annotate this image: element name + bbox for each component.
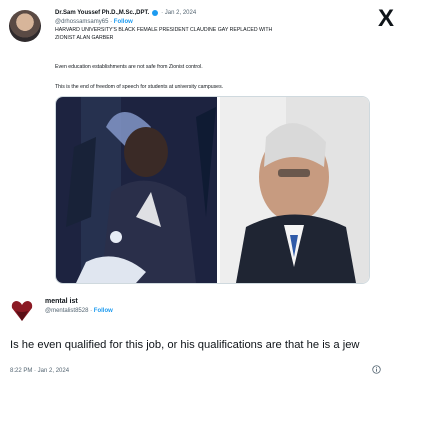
main-handle-row: @mentalist8528 · Follow xyxy=(45,308,113,314)
quoted-headline-line-1: HARVARD UNIVERSITY'S BLACK FEMALE PRESID… xyxy=(55,27,273,33)
quoted-author-name[interactable]: Dr.Sam Youssef Ph.D.,M.Sc.,DPT. xyxy=(55,10,149,16)
info-icon[interactable] xyxy=(372,365,381,374)
quoted-tweet-date[interactable]: · Jan 2, 2024 xyxy=(161,10,196,16)
quoted-follow-button[interactable]: Follow xyxy=(114,19,133,25)
quoted-author-avatar[interactable] xyxy=(9,10,41,42)
quoted-author-row: Dr.Sam Youssef Ph.D.,M.Sc.,DPT. · Jan 2,… xyxy=(55,10,196,16)
main-tweet-text: Is he even qualified for this job, or hi… xyxy=(10,339,360,351)
quoted-tweet-headline: HARVARD UNIVERSITY'S BLACK FEMALE PRESID… xyxy=(55,27,425,42)
quoted-handle-row: @drhossamsamy65 · Follow xyxy=(55,19,133,25)
tweet-photo-image xyxy=(56,97,369,283)
heart-avatar-icon xyxy=(11,301,33,321)
quoted-tweet-paragraph-3: This is the end of freedom of speech for… xyxy=(55,84,224,90)
tweet-photo[interactable] xyxy=(55,96,370,284)
verified-badge-icon xyxy=(152,10,159,16)
main-author-avatar[interactable] xyxy=(10,299,34,323)
quoted-headline-line-2: ZIONIST ALAN GARBER xyxy=(55,34,114,41)
quoted-tweet-paragraph-2: Even education establishments are not sa… xyxy=(55,64,203,70)
main-author-name[interactable]: mental ist xyxy=(45,298,78,305)
main-follow-button[interactable]: Follow xyxy=(94,308,113,314)
main-author-handle[interactable]: @mentalist8528 xyxy=(45,308,88,314)
quoted-author-handle[interactable]: @drhossamsamy65 xyxy=(55,19,108,25)
main-tweet-timestamp[interactable]: 8:22 PM · Jan 2, 2024 xyxy=(10,368,69,374)
